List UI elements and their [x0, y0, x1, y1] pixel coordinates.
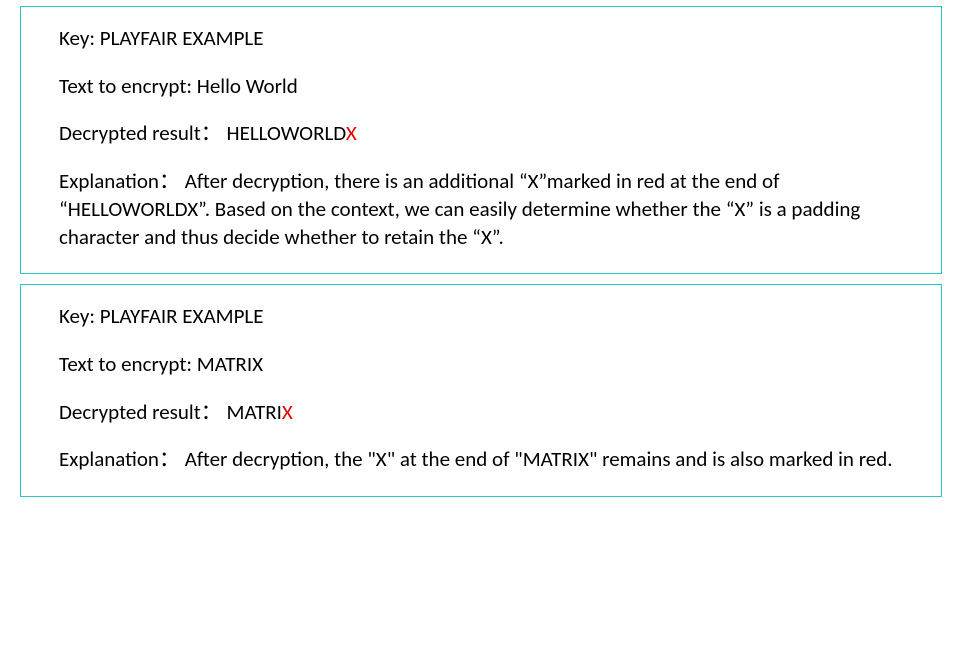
text-to-encrypt-line: Text to encrypt: Hello World [59, 73, 903, 101]
decrypted-result-line: Decrypted result： MATRIX [59, 399, 903, 427]
explanation-label: Explanation： [59, 168, 180, 194]
text-value: MATRIX [197, 351, 263, 377]
decrypted-red-char: X [282, 399, 293, 425]
text-to-encrypt-line: Text to encrypt: MATRIX [59, 351, 903, 379]
explanation-label: Explanation： [59, 446, 180, 472]
key-line: Key: PLAYFAIR EXAMPLE [59, 25, 903, 53]
decrypted-prefix: HELLOWORLD [227, 120, 346, 146]
key-line: Key: PLAYFAIR EXAMPLE [59, 303, 903, 331]
key-label: Key: [59, 25, 100, 51]
key-label: Key: [59, 303, 100, 329]
explanation-text: After decryption, the "X" at the end of … [185, 446, 893, 472]
key-value: PLAYFAIR EXAMPLE [100, 25, 264, 51]
key-value: PLAYFAIR EXAMPLE [100, 303, 264, 329]
decrypted-label: Decrypted result： [59, 399, 222, 425]
decrypted-result-line: Decrypted result： HELLOWORLDX [59, 120, 903, 148]
explanation-line: Explanation： After decryption, the "X" a… [59, 446, 903, 474]
decrypted-label: Decrypted result： [59, 120, 222, 146]
example-box-2: Key: PLAYFAIR EXAMPLE Text to encrypt: M… [20, 284, 942, 497]
text-label: Text to encrypt: [59, 351, 197, 377]
example-box-1: Key: PLAYFAIR EXAMPLE Text to encrypt: H… [20, 6, 942, 274]
explanation-text: After decryption, there is an additional… [59, 168, 860, 249]
text-label: Text to encrypt: [59, 73, 197, 99]
explanation-line: Explanation： After decryption, there is … [59, 168, 903, 251]
decrypted-prefix: MATRI [227, 399, 282, 425]
text-value: Hello World [197, 73, 298, 99]
decrypted-red-char: X [346, 120, 357, 146]
